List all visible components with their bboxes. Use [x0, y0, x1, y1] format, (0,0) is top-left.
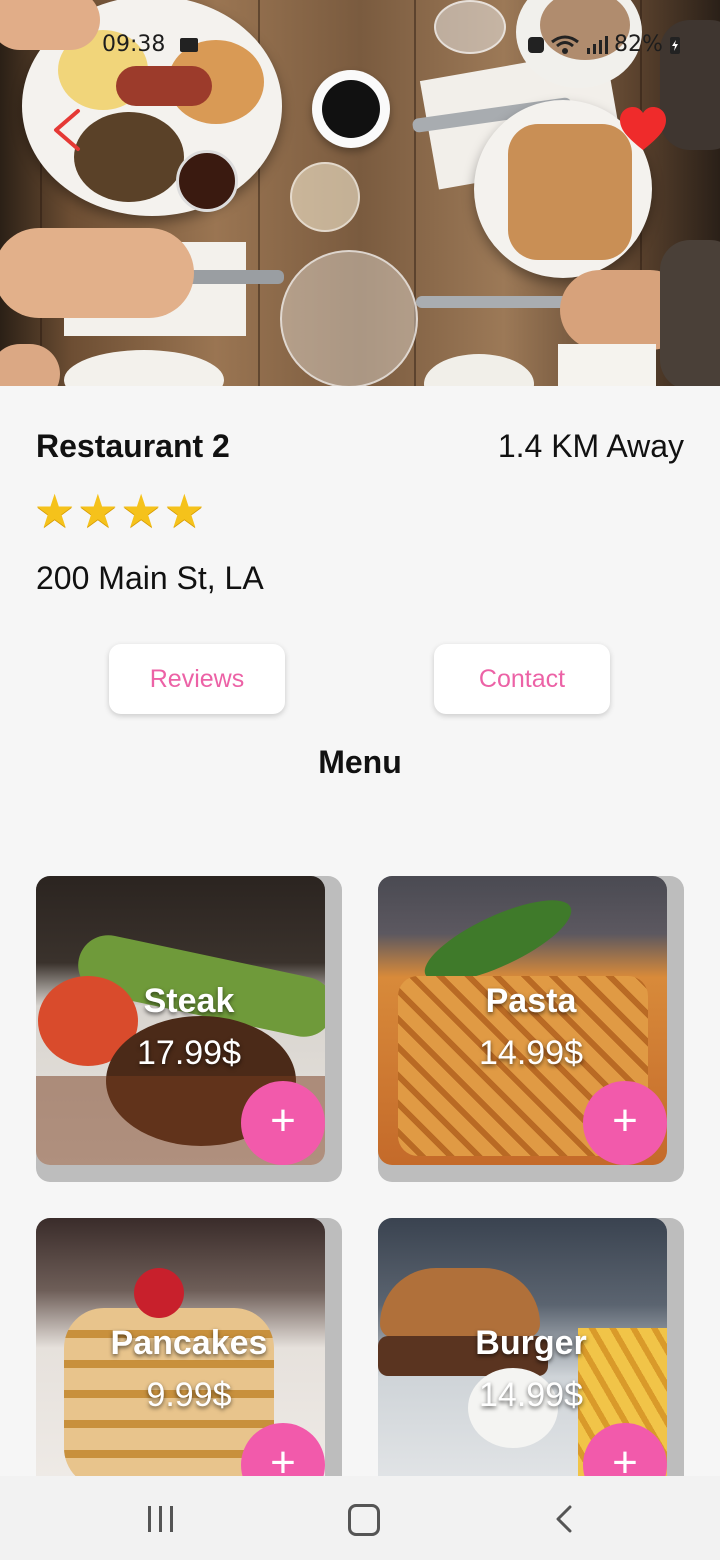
menu-item-price: 14.99$	[479, 1034, 583, 1072]
chevron-left-icon	[54, 109, 80, 151]
add-to-cart-button[interactable]: +	[583, 1081, 667, 1165]
home-icon[interactable]	[348, 1504, 380, 1536]
add-to-cart-button[interactable]: +	[241, 1081, 325, 1165]
back-button[interactable]	[48, 108, 88, 152]
favorite-button[interactable]	[618, 106, 668, 152]
signal-icon	[587, 35, 608, 54]
star-icon: ★	[163, 485, 205, 537]
status-time: 09:38	[102, 32, 166, 57]
restaurant-address: 200 Main St, LA	[36, 560, 264, 596]
rating-stars: ★ ★ ★ ★	[34, 488, 205, 534]
menu-card-steak[interactable]: Steak 17.99$ +	[36, 876, 342, 1182]
battery-text: 82%	[614, 32, 663, 57]
heart-icon	[620, 107, 666, 150]
menu-item-price: 14.99$	[479, 1376, 583, 1414]
menu-item-name: Pancakes	[110, 1324, 268, 1362]
recent-apps-icon[interactable]	[146, 1506, 176, 1532]
notification-icon	[528, 36, 544, 53]
system-nav-bar	[0, 1476, 720, 1560]
menu-item-price: 17.99$	[137, 1034, 241, 1072]
menu-card-pasta[interactable]: Pasta 14.99$ +	[378, 876, 684, 1182]
restaurant-name: Restaurant 2	[36, 428, 230, 464]
menu-item-name: Burger	[475, 1324, 587, 1362]
wifi-icon	[551, 35, 579, 54]
star-icon: ★	[120, 485, 162, 537]
back-icon[interactable]	[552, 1504, 576, 1534]
menu-item-name: Pasta	[485, 982, 577, 1020]
restaurant-distance: 1.4 KM Away	[497, 428, 684, 464]
menu-item-price: 9.99$	[146, 1376, 232, 1414]
menu-item-name: Steak	[143, 982, 235, 1020]
battery-charging-icon	[669, 36, 680, 54]
contact-button[interactable]: Contact	[434, 644, 610, 714]
reviews-button[interactable]: Reviews	[109, 644, 285, 714]
status-bar: 09:38 82%	[0, 32, 720, 62]
image-icon	[180, 38, 198, 52]
menu-title: Menu	[318, 744, 402, 780]
star-icon: ★	[34, 485, 76, 537]
star-icon: ★	[77, 485, 119, 537]
